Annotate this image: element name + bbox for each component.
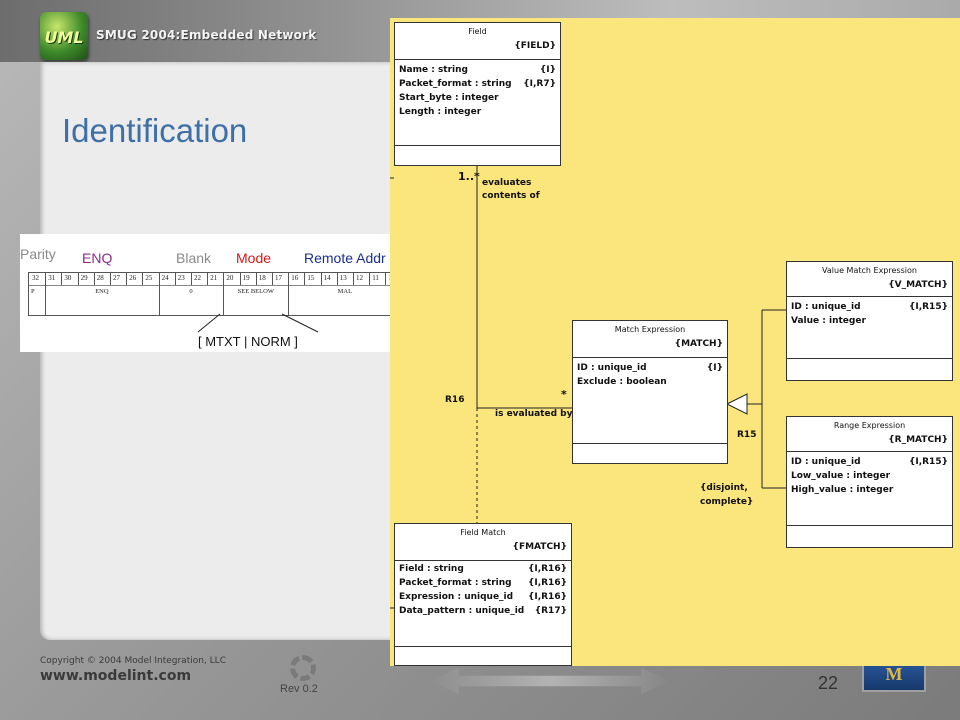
- class-separator: [787, 451, 952, 452]
- class-separator: [395, 145, 560, 146]
- class-range-expression: Range Expression {R_MATCH} ID : unique_i…: [786, 416, 953, 548]
- attr-tag: {R17}: [534, 606, 567, 616]
- attr-tag: {I,R16}: [527, 592, 567, 602]
- class-separator: [787, 296, 952, 297]
- class-diagram: Field {FIELD} Name : string {I} Packet_f…: [390, 18, 960, 666]
- constraint-complete: complete}: [700, 497, 754, 507]
- footer-revision: Rev 0.2: [280, 683, 318, 695]
- attr-name: Start_byte : integer: [399, 93, 499, 103]
- attr-tag: {I}: [706, 363, 723, 373]
- class-separator: [787, 358, 952, 359]
- phrase-contents-of: contents of: [482, 191, 540, 201]
- attr-name: Packet_format : string: [399, 79, 512, 89]
- class-separator: [573, 357, 727, 358]
- footer-url: www.modelint.com: [40, 668, 192, 684]
- phrase-evaluates: evaluates: [482, 178, 532, 188]
- class-separator: [395, 646, 571, 647]
- gear-icon: [290, 655, 316, 681]
- class-key: {V_MATCH}: [888, 280, 948, 290]
- attr-name: ID : unique_id: [791, 302, 861, 312]
- class-match-expression: Match Expression {MATCH} ID : unique_id …: [572, 320, 728, 464]
- class-separator: [573, 443, 727, 444]
- attr-name: Exclude : boolean: [577, 377, 667, 387]
- attr-tag: {I,R15}: [908, 302, 948, 312]
- class-separator: [395, 560, 571, 561]
- class-name: Value Match Expression: [822, 266, 917, 275]
- class-key: {FMATCH}: [512, 542, 567, 552]
- class-name: Range Expression: [833, 421, 906, 430]
- attr-name: High_value : integer: [791, 485, 894, 495]
- class-value-match-expression: Value Match Expression {V_MATCH} ID : un…: [786, 261, 953, 381]
- class-separator: [395, 59, 560, 60]
- attr-name: Expression : unique_id: [399, 592, 514, 602]
- attr-name: Name : string: [399, 65, 468, 75]
- class-name: Field Match: [460, 528, 506, 537]
- uml-logo: UML: [40, 12, 88, 60]
- modelint-logo-text: M: [885, 664, 903, 684]
- class-field: Field {FIELD} Name : string {I} Packet_f…: [394, 22, 561, 166]
- attr-name: Low_value : integer: [791, 471, 891, 481]
- class-field-match: Field Match {FMATCH} Field : string {I,R…: [394, 523, 572, 666]
- attr-tag: {I,R7}: [523, 79, 556, 89]
- page-number: 22: [818, 673, 839, 693]
- class-key: {R_MATCH}: [888, 435, 948, 445]
- class-name: Match Expression: [614, 325, 686, 334]
- footer-copyright: Copyright © 2004 Model Integration, LLC: [40, 656, 226, 666]
- attr-name: Length : integer: [399, 107, 482, 117]
- uml-logo-text: UML: [44, 28, 84, 47]
- attr-tag: {I,R15}: [908, 457, 948, 467]
- constraint-disjoint: {disjoint,: [700, 483, 748, 493]
- multiplicity-match: *: [561, 388, 567, 401]
- attr-name: ID : unique_id: [791, 457, 861, 467]
- class-key: {MATCH}: [674, 339, 723, 349]
- phrase-is-evaluated-by: is evaluated by: [495, 409, 573, 419]
- packet-format-panel: Parity ENQ Blank Mode Remote Addr 32 31 30 29 28…: [20, 234, 401, 352]
- multiplicity-field: 1..*: [458, 170, 480, 183]
- slide-title: Identification: [62, 112, 248, 149]
- attr-tag: {I,R16}: [527, 578, 567, 588]
- attr-tag: {I}: [539, 65, 556, 75]
- r15-generalization-triangle: [725, 393, 748, 415]
- attr-name: Data_pattern : unique_id: [399, 606, 525, 616]
- attr-name: ID : unique_id: [577, 363, 647, 373]
- attr-name: Field : string: [399, 564, 464, 574]
- relationship-r15: R15: [737, 430, 757, 440]
- class-separator: [787, 525, 952, 526]
- class-key: {FIELD}: [514, 41, 556, 51]
- relationship-r16: R16: [445, 395, 465, 405]
- attr-tag: {I,R16}: [527, 564, 567, 574]
- class-name: Field: [468, 27, 487, 36]
- attr-name: Value : integer: [791, 316, 866, 326]
- mode-options: [ MTXT | NORM ]: [198, 334, 298, 349]
- attr-name: Packet_format : string: [399, 578, 512, 588]
- banner-title: SMUG 2004:Embedded Network: [96, 28, 317, 42]
